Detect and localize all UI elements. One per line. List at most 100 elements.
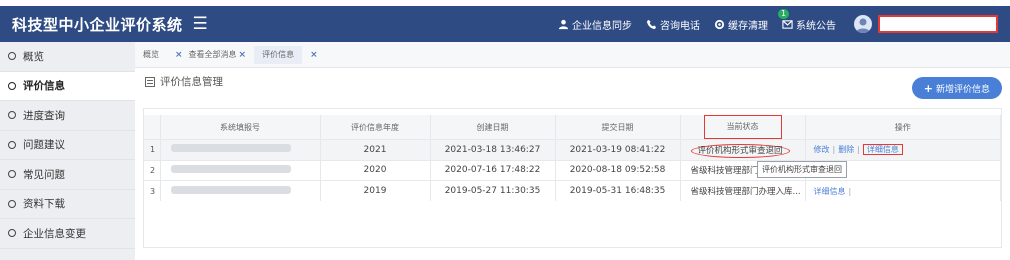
- col-index: [144, 115, 161, 140]
- system-notice-label: 系统公告: [796, 20, 836, 32]
- delete-link[interactable]: 删除: [838, 145, 854, 154]
- col-actions: 操作: [805, 115, 1001, 140]
- clear-cache-link[interactable]: 缓存清理: [714, 17, 768, 32]
- details-link[interactable]: 详细信息: [814, 187, 846, 196]
- system-number-redacted: [170, 164, 291, 173]
- sidebar-item-overview[interactable]: 概览: [0, 42, 135, 72]
- details-link[interactable]: 详细信息: [862, 144, 903, 156]
- created-cell: 2019-05-27 11:30:35: [430, 180, 556, 201]
- clear-cache-label: 缓存清理: [728, 20, 768, 32]
- status-header-highlight: 当前状态: [703, 115, 782, 139]
- close-icon[interactable]: ×: [175, 50, 183, 60]
- close-icon[interactable]: ×: [310, 50, 318, 60]
- sidebar-item-label: 常见问题: [23, 168, 65, 181]
- sidebar-item-label: 问题建议: [23, 139, 65, 152]
- row-index: 1: [144, 139, 161, 160]
- table-row[interactable]: 3 2019 2019-05-27 11:30:35 2019-05-31 16…: [144, 180, 1001, 201]
- status-cell: 省级科技管理部门办理入库...: [680, 180, 806, 201]
- tab-label: 评价信息: [262, 50, 295, 59]
- circle-icon: [8, 229, 16, 238]
- system-number-cell: [160, 180, 321, 201]
- col-status: 当前状态: [680, 115, 806, 140]
- user-icon: [558, 19, 569, 29]
- tab-overview[interactable]: 概览: [135, 46, 167, 64]
- action-separator: |: [848, 186, 852, 196]
- top-header: 科技型中小企业评价系统 ☰ 企业信息同步 咨询电话 缓存清理 1 系统公告: [0, 6, 1010, 42]
- table-header-row: 系统填报号 评价信息年度 创建日期 提交日期 当前状态 操作: [144, 115, 1001, 140]
- sidebar-item-company-change[interactable]: 企业信息变更: [0, 219, 135, 249]
- edit-link[interactable]: 修改: [814, 145, 830, 154]
- system-number-redacted: [170, 185, 291, 194]
- table-row[interactable]: 1 2021 2021-03-18 13:46:27 2021-03-19 08…: [144, 139, 1001, 160]
- circle-icon: [8, 140, 16, 149]
- message-icon: [782, 19, 793, 29]
- sidebar: 概览 评价信息 进度查询 问题建议 常见问题 资料下载 企业信息变更: [0, 42, 135, 260]
- status-cell: 评价机构形式审查退回: [680, 139, 806, 160]
- tab-bar: 概览 × 查看全部消息 × 评价信息 ×: [135, 42, 1010, 68]
- phone-icon: [646, 19, 657, 29]
- actions-cell: 详细信息 |: [805, 180, 1001, 201]
- status-tooltip: 评价机构形式审查退回: [757, 161, 847, 178]
- row-index: 2: [144, 159, 161, 181]
- status-text: 评价机构形式审查退回: [690, 143, 790, 158]
- tab-close-evaluation-info[interactable]: ×: [302, 46, 326, 64]
- sidebar-item-faq[interactable]: 常见问题: [0, 160, 135, 190]
- year-cell: 2021: [320, 139, 431, 160]
- submitted-cell: 2021-03-19 08:41:22: [555, 139, 681, 160]
- add-evaluation-button[interactable]: + 新增评价信息: [911, 77, 1002, 99]
- tab-label: 查看全部消息: [188, 50, 237, 59]
- consult-phone-label: 咨询电话: [660, 20, 700, 32]
- tab-label: 概览: [143, 50, 159, 59]
- year-cell: 2020: [320, 159, 431, 181]
- col-system-number: 系统填报号: [160, 115, 321, 140]
- tab-all-messages[interactable]: × 查看全部消息 ×: [167, 46, 254, 64]
- avatar-icon[interactable]: [854, 15, 872, 33]
- circle-icon: [8, 52, 16, 61]
- sidebar-item-label: 概览: [23, 50, 44, 63]
- sidebar-item-label: 资料下载: [23, 198, 65, 211]
- col-year: 评价信息年度: [320, 115, 431, 140]
- circle-icon: [8, 170, 16, 179]
- app-title: 科技型中小企业评价系统: [12, 15, 183, 34]
- col-created: 创建日期: [430, 115, 556, 140]
- sidebar-item-label: 进度查询: [23, 109, 65, 122]
- submitted-cell: 2019-05-31 16:48:35: [555, 180, 681, 201]
- evaluation-table: 系统填报号 评价信息年度 创建日期 提交日期 当前状态 操作 1 2021 20…: [144, 115, 1001, 201]
- created-cell: 2020-07-16 17:48:22: [430, 159, 556, 181]
- username-field[interactable]: [878, 15, 998, 33]
- circle-icon: [8, 199, 16, 208]
- sidebar-item-suggestions[interactable]: 问题建议: [0, 131, 135, 160]
- header-actions: 企业信息同步 咨询电话 缓存清理 1 系统公告: [544, 6, 998, 42]
- close-icon[interactable]: ×: [239, 50, 247, 60]
- list-icon: [145, 76, 155, 87]
- consult-phone-link[interactable]: 咨询电话: [646, 17, 700, 32]
- app-window: 科技型中小企业评价系统 ☰ 企业信息同步 咨询电话 缓存清理 1 系统公告 概览…: [0, 0, 1010, 260]
- sync-company-info-link[interactable]: 企业信息同步: [558, 17, 632, 32]
- system-notice-link[interactable]: 1 系统公告: [778, 8, 836, 32]
- sidebar-item-label: 评价信息: [23, 80, 65, 93]
- tab-evaluation-info[interactable]: 评价信息: [254, 45, 303, 64]
- plus-icon: +: [923, 81, 933, 95]
- row-index: 3: [144, 180, 161, 201]
- sidebar-item-downloads[interactable]: 资料下载: [0, 190, 135, 219]
- system-number-cell: [160, 139, 321, 160]
- sidebar-item-evaluation-info[interactable]: 评价信息: [0, 71, 135, 101]
- sidebar-item-label: 企业信息变更: [23, 227, 86, 240]
- col-submitted: 提交日期: [555, 115, 681, 140]
- system-number-redacted: [170, 144, 291, 153]
- action-separator: |: [832, 145, 836, 155]
- table-row[interactable]: 2 2020 2020-07-16 17:48:22 2020-08-18 09…: [144, 159, 1001, 181]
- hamburger-icon[interactable]: ☰: [193, 15, 208, 33]
- section-title-text: 评价信息管理: [160, 76, 223, 88]
- sync-company-info-label: 企业信息同步: [572, 20, 632, 32]
- notice-count-badge: 1: [778, 8, 790, 19]
- submitted-cell: 2020-08-18 09:52:58: [555, 159, 681, 181]
- system-number-cell: [160, 159, 321, 181]
- action-separator: |: [857, 145, 860, 155]
- circle-icon: [8, 111, 16, 120]
- section-title: 评价信息管理: [145, 74, 223, 89]
- refresh-icon: [714, 19, 725, 29]
- circle-icon: [8, 81, 16, 90]
- sidebar-item-progress-query[interactable]: 进度查询: [0, 101, 135, 131]
- evaluation-table-panel: 系统填报号 评价信息年度 创建日期 提交日期 当前状态 操作 1 2021 20…: [143, 108, 1002, 248]
